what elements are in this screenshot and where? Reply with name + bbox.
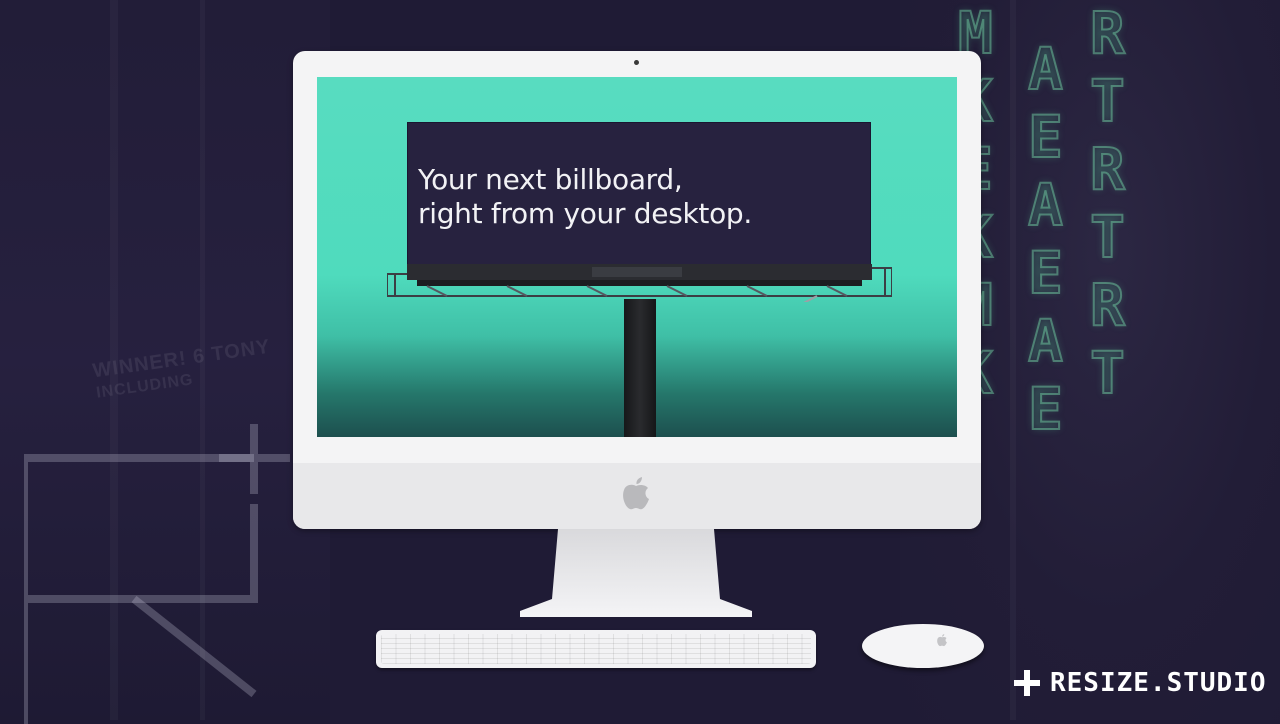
brand-name: RESIZE.STUDIO	[1050, 668, 1267, 698]
magic-mouse	[862, 624, 984, 668]
keyboard-keys	[381, 634, 811, 664]
background-streak	[1010, 0, 1016, 720]
camera-icon	[634, 60, 639, 65]
brand-logo: RESIZE.STUDIO	[1014, 666, 1267, 700]
billboard-pole	[624, 299, 656, 437]
imac-stand	[520, 529, 752, 617]
billboard-panel: Your next billboard, right from your des…	[407, 122, 871, 266]
keyboard	[376, 630, 816, 668]
plus-icon	[1014, 670, 1040, 696]
billboard-headline-line-1: Your next billboard,	[418, 163, 683, 196]
neon-sign-column: A E A E A E	[1027, 35, 1069, 443]
billboard-catwalk	[387, 264, 892, 302]
billboard-headline-line-2: right from your desktop.	[418, 197, 752, 230]
apple-logo-icon	[623, 477, 649, 510]
resize-outline-logo-icon	[24, 424, 290, 724]
mouse-apple-logo-icon	[937, 634, 947, 647]
neon-sign-column: R T R T R T	[1089, 0, 1131, 407]
imac-computer: Your next billboard, right from your des…	[293, 51, 981, 529]
imac-screen: Your next billboard, right from your des…	[317, 77, 957, 437]
